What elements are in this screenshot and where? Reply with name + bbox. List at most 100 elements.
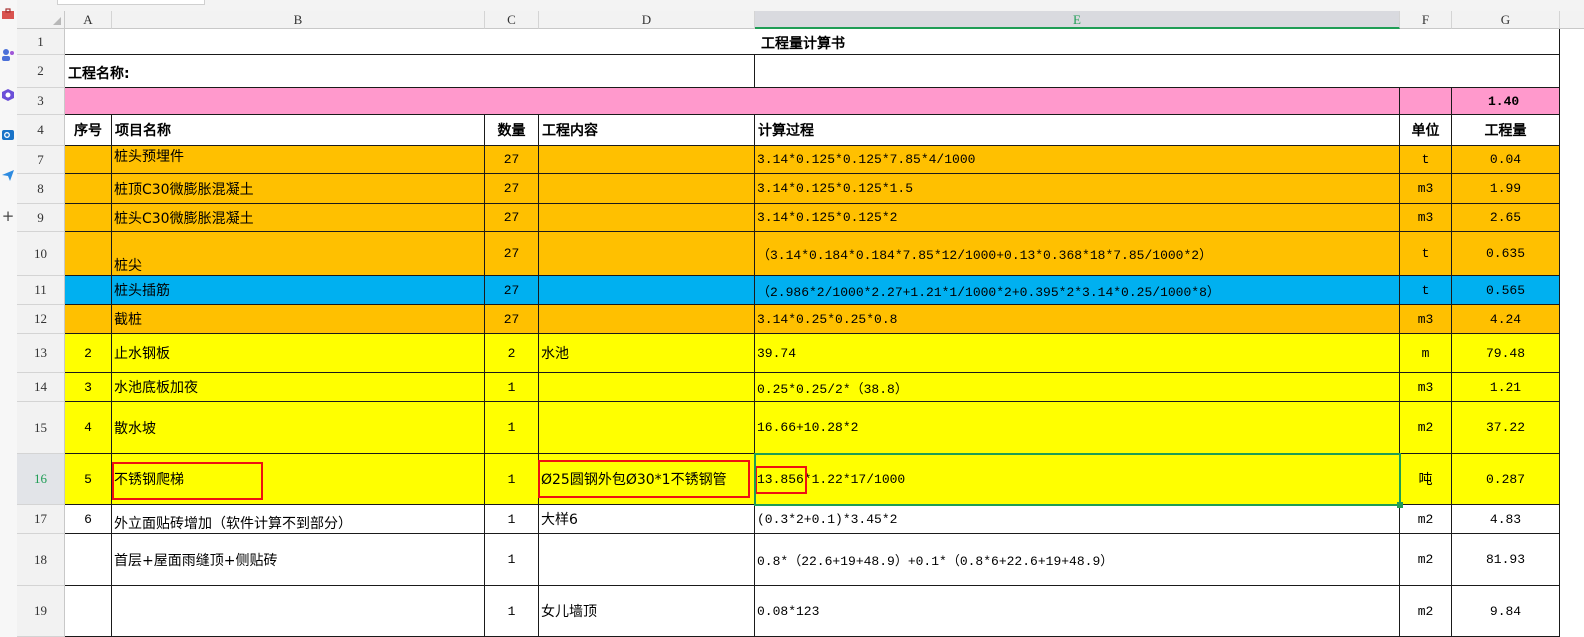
project-name-value-cell[interactable] bbox=[755, 55, 1560, 88]
cell-qty[interactable]: 1 bbox=[485, 505, 539, 534]
cell-calc[interactable]: （2.986*2/1000*2.27+1.21*1/1000*2+0.395*2… bbox=[755, 276, 1400, 305]
column-header-a[interactable]: A bbox=[65, 11, 112, 29]
cell-item[interactable]: 桩顶C30微膨胀混凝土 bbox=[112, 174, 485, 204]
cell-calc[interactable]: 13.856*1.22*17/1000 bbox=[755, 454, 1400, 505]
cell-qty[interactable]: 1 bbox=[485, 373, 539, 402]
cell-unit[interactable]: m3 bbox=[1400, 305, 1452, 334]
sheet-tab[interactable] bbox=[57, 0, 205, 5]
cell-amount[interactable]: 1.99 bbox=[1452, 174, 1560, 204]
cell-calc[interactable]: (0.3*2+0.1)*3.45*2 bbox=[755, 505, 1400, 534]
cell-seq[interactable] bbox=[65, 586, 112, 637]
cell-calc[interactable]: 39.74 bbox=[755, 334, 1400, 373]
cell-unit[interactable]: t bbox=[1400, 276, 1452, 305]
cell-amount[interactable]: 81.93 bbox=[1452, 534, 1560, 586]
cell-amount[interactable]: 1.21 bbox=[1452, 373, 1560, 402]
outlook-icon[interactable] bbox=[0, 128, 16, 144]
cell-qty[interactable]: 1 bbox=[485, 534, 539, 586]
cell-unit[interactable]: t bbox=[1400, 146, 1452, 174]
cell-unit[interactable]: t bbox=[1400, 232, 1452, 276]
cell-seq[interactable] bbox=[65, 534, 112, 586]
cell-amount[interactable]: 0.287 bbox=[1452, 454, 1560, 505]
cell-item[interactable]: 水池底板加夜 bbox=[112, 373, 485, 402]
cell-seq[interactable] bbox=[65, 174, 112, 204]
row-header[interactable]: 8 bbox=[17, 174, 65, 204]
row-header[interactable]: 19 bbox=[17, 586, 65, 637]
header-cell-item[interactable]: 项目名称 bbox=[112, 115, 485, 146]
row-header[interactable]: 15 bbox=[17, 402, 65, 454]
cell-amount[interactable]: 9.84 bbox=[1452, 586, 1560, 637]
cell-seq[interactable] bbox=[65, 232, 112, 276]
people-icon[interactable] bbox=[0, 48, 16, 64]
cell-calc[interactable]: 3.14*0.25*0.25*0.8 bbox=[755, 305, 1400, 334]
cell-qty[interactable]: 2 bbox=[485, 334, 539, 373]
cell-seq[interactable]: 4 bbox=[65, 402, 112, 454]
column-header-next[interactable] bbox=[1560, 11, 1584, 29]
cell-calc[interactable]: 0.08*123 bbox=[755, 586, 1400, 637]
header-cell-content[interactable]: 工程内容 bbox=[539, 115, 755, 146]
cell-unit[interactable]: m2 bbox=[1400, 402, 1452, 454]
column-header-b[interactable]: B bbox=[112, 11, 485, 29]
fill-handle[interactable] bbox=[1397, 502, 1403, 508]
cell-item[interactable]: 桩头插筋 bbox=[112, 276, 485, 305]
cell-seq[interactable] bbox=[65, 146, 112, 174]
cell-content[interactable] bbox=[539, 373, 755, 402]
cell-item[interactable]: 桩头预埋件 bbox=[112, 146, 485, 174]
cell-unit[interactable]: 吨 bbox=[1400, 454, 1452, 505]
row-header[interactable]: 12 bbox=[17, 305, 65, 334]
cell-unit[interactable]: m2 bbox=[1400, 505, 1452, 534]
row-header[interactable]: 11 bbox=[17, 276, 65, 305]
cell-qty[interactable]: 27 bbox=[485, 204, 539, 232]
column-header-d[interactable]: D bbox=[539, 11, 755, 29]
row-header[interactable]: 3 bbox=[17, 88, 65, 115]
cell-content[interactable] bbox=[539, 232, 755, 276]
cell-amount[interactable]: 4.24 bbox=[1452, 305, 1560, 334]
cell-calc[interactable]: 3.14*0.125*0.125*1.5 bbox=[755, 174, 1400, 204]
cell-qty[interactable]: 1 bbox=[485, 402, 539, 454]
cell-item[interactable]: 外立面贴砖增加（软件计算不到部分） bbox=[112, 505, 485, 534]
cell-qty[interactable]: 27 bbox=[485, 232, 539, 276]
cell-seq[interactable] bbox=[65, 204, 112, 232]
cell-calc[interactable]: （3.14*0.184*0.184*7.85*12/1000+0.13*0.36… bbox=[755, 232, 1400, 276]
header-cell-qty[interactable]: 数量 bbox=[485, 115, 539, 146]
cell-amount[interactable]: 0.565 bbox=[1452, 276, 1560, 305]
header-cell-calc[interactable]: 计算过程 bbox=[755, 115, 1400, 146]
cell-amount[interactable]: 79.48 bbox=[1452, 334, 1560, 373]
column-header-e[interactable]: E bbox=[755, 11, 1400, 29]
row-header[interactable]: 18 bbox=[17, 534, 65, 586]
cell-content[interactable]: 大样6 bbox=[539, 505, 755, 534]
cell-amount[interactable]: 37.22 bbox=[1452, 402, 1560, 454]
title-cell[interactable]: 工程量计算书 bbox=[65, 29, 1560, 55]
row-header[interactable]: 2 bbox=[17, 55, 65, 88]
row-header[interactable]: 13 bbox=[17, 334, 65, 373]
column-header-f[interactable]: F bbox=[1400, 11, 1452, 29]
cell-seq[interactable]: 3 bbox=[65, 373, 112, 402]
project-name-label-cell[interactable]: 工程名称: bbox=[65, 55, 755, 88]
cell-content[interactable]: 水池 bbox=[539, 334, 755, 373]
cell-calc[interactable]: 3.14*0.125*0.125*2 bbox=[755, 204, 1400, 232]
cell-unit[interactable]: m2 bbox=[1400, 534, 1452, 586]
cell-amount[interactable]: 0.04 bbox=[1452, 146, 1560, 174]
hexagon-app-icon[interactable] bbox=[0, 88, 16, 104]
cell-item[interactable]: 散水坡 bbox=[112, 402, 485, 454]
cell-amount[interactable]: 4.83 bbox=[1452, 505, 1560, 534]
cell-content[interactable] bbox=[539, 305, 755, 334]
cell-content[interactable] bbox=[539, 534, 755, 586]
cell-unit[interactable]: m bbox=[1400, 334, 1452, 373]
cell-content[interactable] bbox=[539, 402, 755, 454]
cell-qty[interactable]: 27 bbox=[485, 276, 539, 305]
column-header-g[interactable]: G bbox=[1452, 11, 1560, 29]
cell-item[interactable]: 截桩 bbox=[112, 305, 485, 334]
cell-seq[interactable]: 5 bbox=[65, 454, 112, 505]
header-cell-seq[interactable]: 序号 bbox=[65, 115, 112, 146]
cell-seq[interactable] bbox=[65, 305, 112, 334]
cell-amount[interactable]: 2.65 bbox=[1452, 204, 1560, 232]
plus-icon[interactable]: + bbox=[0, 208, 16, 224]
row-header[interactable]: 10 bbox=[17, 232, 65, 276]
cell-item[interactable]: 桩头C30微膨胀混凝土 bbox=[112, 204, 485, 232]
cell-qty[interactable]: 27 bbox=[485, 305, 539, 334]
cell-qty[interactable]: 27 bbox=[485, 174, 539, 204]
pink-unit-cell[interactable] bbox=[1400, 88, 1452, 115]
cell-seq[interactable]: 6 bbox=[65, 505, 112, 534]
cell-unit[interactable]: m3 bbox=[1400, 204, 1452, 232]
select-all-corner[interactable] bbox=[17, 11, 65, 29]
